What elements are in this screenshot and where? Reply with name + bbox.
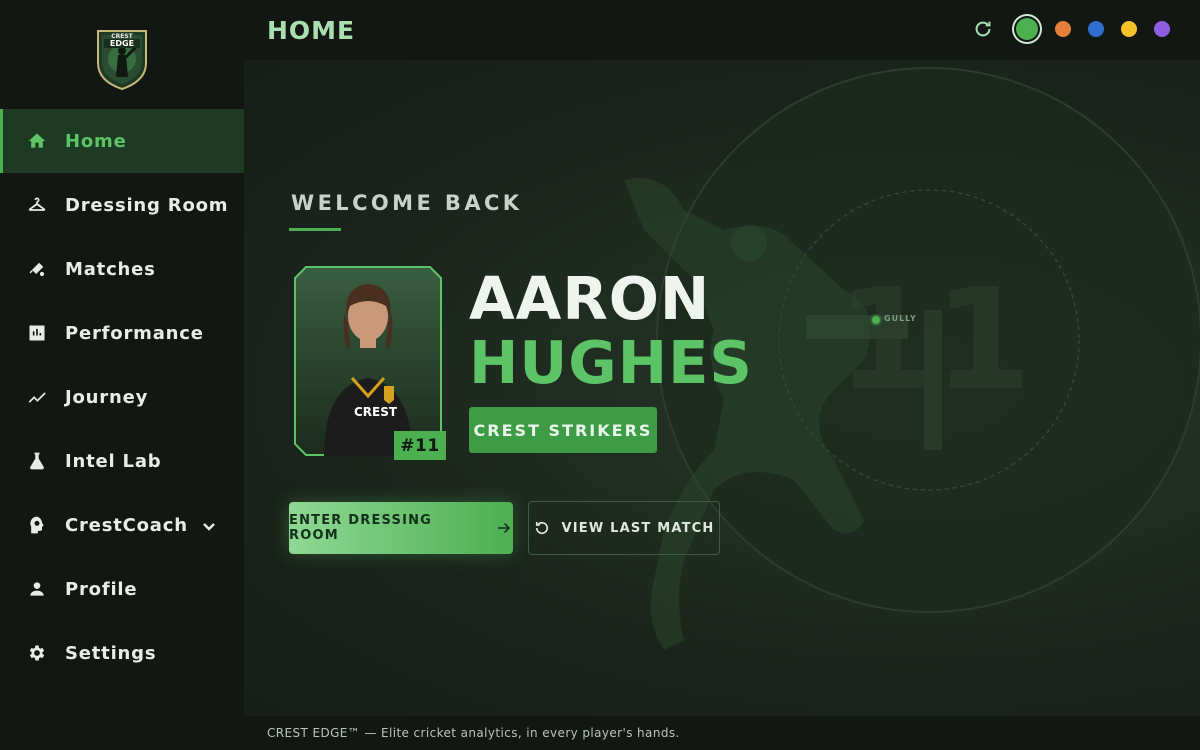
theme-swatch-green[interactable]: [1016, 18, 1038, 40]
footer-tagline: CREST EDGE™ — Elite cricket analytics, i…: [267, 726, 680, 740]
enter-dressing-room-label: ENTER DRESSING ROOM: [289, 513, 433, 543]
cricket-bat-icon: [26, 258, 48, 280]
main-content: 11 WELCOME BACK CREST #11 AARON HUGHES C…: [244, 60, 1200, 716]
bar-chart-icon: [26, 322, 48, 344]
team-badge[interactable]: CREST STRIKERS: [469, 407, 657, 453]
svg-text:CREST: CREST: [354, 405, 398, 419]
theme-swatch-orange[interactable]: [1055, 21, 1071, 37]
player-last-name: HUGHES: [469, 328, 753, 397]
player-photo: CREST: [294, 266, 442, 456]
field-position-marker[interactable]: [872, 316, 880, 324]
enter-dressing-room-button[interactable]: ENTER DRESSING ROOM: [289, 502, 513, 554]
sidebar-item-label: Settings: [65, 642, 157, 664]
sidebar: CREST EDGE Home Dressing Room Matches Pe…: [0, 0, 244, 750]
player-first-name: AARON: [469, 264, 711, 333]
gear-icon: [26, 642, 48, 664]
page-title: HOME: [267, 16, 356, 45]
sidebar-item-settings[interactable]: Settings: [0, 621, 244, 685]
sidebar-nav: Home Dressing Room Matches Performance J…: [0, 109, 244, 685]
flask-icon: [26, 450, 48, 472]
sidebar-item-label: Home: [65, 130, 127, 152]
field-position-label: GULLY: [884, 314, 917, 323]
refresh-icon[interactable]: [972, 18, 994, 40]
sidebar-item-home[interactable]: Home: [0, 109, 244, 173]
jersey-number-badge: #11: [394, 431, 446, 460]
view-last-match-button[interactable]: VIEW LAST MATCH: [528, 501, 720, 555]
sidebar-item-crestcoach[interactable]: CrestCoach: [0, 493, 244, 557]
sidebar-item-label: Dressing Room: [65, 194, 229, 216]
home-icon: [26, 130, 48, 152]
logo-text-bottom: EDGE: [110, 39, 134, 48]
welcome-underline: [289, 228, 341, 231]
sidebar-item-performance[interactable]: Performance: [0, 301, 244, 365]
player-photo-card[interactable]: CREST: [294, 266, 442, 456]
welcome-heading: WELCOME BACK: [291, 191, 523, 215]
chevron-down-icon[interactable]: [202, 517, 216, 531]
sidebar-item-matches[interactable]: Matches: [0, 237, 244, 301]
view-last-match-label: VIEW LAST MATCH: [561, 520, 715, 536]
footer: CREST EDGE™ — Elite cricket analytics, i…: [244, 716, 1200, 750]
trend-line-icon: [26, 386, 48, 408]
sidebar-item-label: Journey: [65, 386, 149, 408]
sidebar-item-profile[interactable]: Profile: [0, 557, 244, 621]
person-icon: [26, 578, 48, 600]
sidebar-item-label: Performance: [65, 322, 204, 344]
theme-swatch-blue[interactable]: [1088, 21, 1104, 37]
sidebar-item-label: Intel Lab: [65, 450, 162, 472]
theme-swatch-purple[interactable]: [1154, 21, 1170, 37]
top-header: HOME: [244, 0, 1200, 60]
sidebar-item-label: Matches: [65, 258, 156, 280]
theme-swatch-yellow[interactable]: [1121, 21, 1137, 37]
hanger-icon: [26, 194, 48, 216]
sidebar-item-intel-lab[interactable]: Intel Lab: [0, 429, 244, 493]
arrow-right-icon: [498, 523, 511, 533]
sidebar-item-journey[interactable]: Journey: [0, 365, 244, 429]
crest-edge-logo[interactable]: CREST EDGE: [94, 25, 150, 91]
history-icon: [536, 521, 549, 535]
sidebar-item-dressing-room[interactable]: Dressing Room: [0, 173, 244, 237]
sidebar-item-label: CrestCoach: [65, 514, 188, 536]
theme-selector: [972, 18, 1170, 40]
coach-head-icon: [26, 514, 48, 536]
sidebar-item-label: Profile: [65, 578, 138, 600]
